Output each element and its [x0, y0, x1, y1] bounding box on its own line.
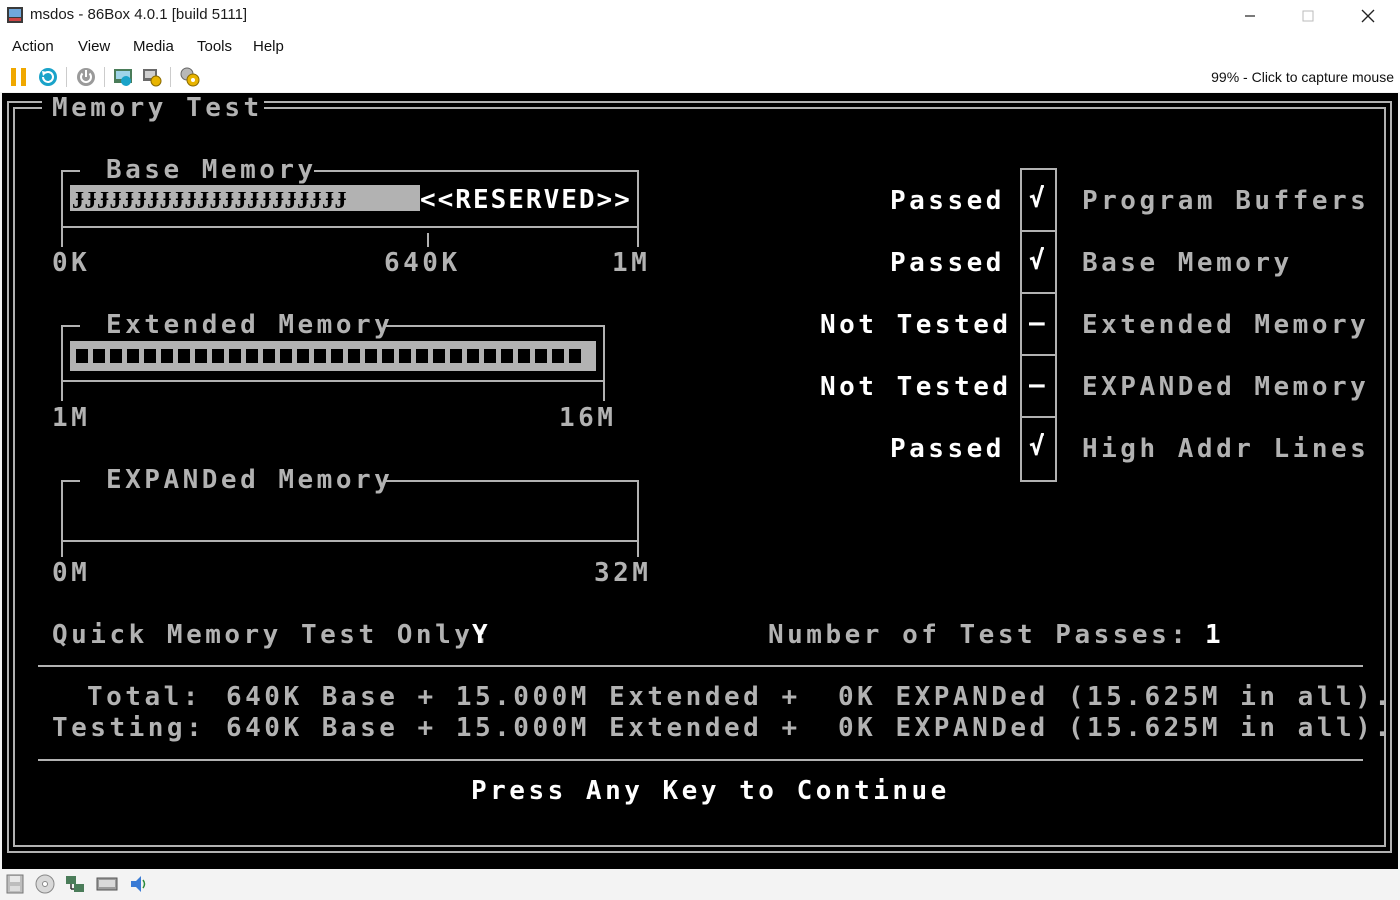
- close-icon: [1361, 9, 1375, 23]
- result-name: Base Memory: [1082, 248, 1293, 278]
- ctrl-alt-del-icon[interactable]: [112, 66, 134, 88]
- base-memory-title: Base Memory: [106, 155, 317, 185]
- total-label: Total:: [87, 682, 202, 712]
- result-check-mark: –: [1029, 370, 1045, 400]
- quick-test-value: Y: [472, 620, 492, 650]
- capture-mouse-hint: 99% - Click to capture mouse: [1211, 69, 1394, 85]
- result-check-mark: –: [1029, 308, 1045, 338]
- menu-tools[interactable]: Tools: [197, 38, 232, 55]
- floppy-icon[interactable]: [4, 873, 26, 895]
- result-status: Passed: [890, 434, 1005, 464]
- toolbar: 99% - Click to capture mouse: [0, 61, 1400, 92]
- cdrom-icon[interactable]: [34, 873, 56, 895]
- window-title: msdos - 86Box 4.0.1 [build 5111]: [30, 6, 248, 23]
- hard-disk-icon[interactable]: [96, 873, 118, 895]
- menu-view[interactable]: View: [78, 38, 110, 55]
- close-button[interactable]: [1338, 0, 1398, 32]
- total-text: 640K Base + 15.000M Extended +: [226, 682, 801, 712]
- base-label-end: 1M: [612, 248, 651, 278]
- toolbar-separator: [104, 67, 105, 87]
- expanded-label-end: 32M: [594, 558, 652, 588]
- network-icon[interactable]: [64, 873, 86, 895]
- result-status: Not Tested: [820, 372, 1012, 402]
- menu-action[interactable]: Action: [12, 38, 54, 55]
- continue-prompt: Press Any Key to Continue: [471, 776, 950, 806]
- testing-expanded-text: 0K EXPANDed (15.625M in all).: [838, 713, 1394, 743]
- toolbar-separator: [66, 67, 67, 87]
- extended-label-start: 1M: [52, 403, 91, 433]
- result-name: EXPANDed Memory: [1082, 372, 1370, 402]
- minimize-icon: [1245, 15, 1255, 17]
- result-status: Passed: [890, 186, 1005, 216]
- machine-settings-icon[interactable]: [179, 66, 201, 88]
- testing-text: 640K Base + 15.000M Extended +: [226, 713, 801, 743]
- quick-test-label: Quick Memory Test Only:: [52, 620, 493, 650]
- extended-memory-title: Extended Memory: [106, 310, 394, 340]
- result-name: High Addr Lines: [1082, 434, 1370, 464]
- power-icon[interactable]: [75, 66, 97, 88]
- result-status: Not Tested: [820, 310, 1012, 340]
- total-expanded-text: 0K EXPANDed (15.625M in all).: [838, 682, 1394, 712]
- status-bar: [0, 869, 1400, 900]
- extended-memory-block-marks: [76, 347, 592, 365]
- base-memory-tested-marks: ɈɈɈɈɈɈɈɈɈɈɈɈɈɈɈɈɈɈɈɈɈɈ: [72, 186, 347, 214]
- test-passes-label: Number of Test Passes:: [768, 620, 1190, 650]
- menu-bar: Action View Media Tools Help: [0, 32, 1400, 61]
- reset-icon[interactable]: [37, 66, 59, 88]
- title-bar: msdos - 86Box 4.0.1 [build 5111]: [0, 0, 1400, 32]
- emulator-screen[interactable]: Memory Test Base Memory ɈɈɈɈɈɈɈɈɈɈɈɈɈɈɈɈ…: [2, 93, 1398, 869]
- toolbar-separator: [170, 67, 171, 87]
- testing-label: Testing:: [52, 713, 206, 743]
- minimize-button[interactable]: [1220, 0, 1280, 32]
- maximize-button[interactable]: [1278, 0, 1338, 32]
- result-name: Extended Memory: [1082, 310, 1370, 340]
- base-label-mid: 640K: [384, 248, 461, 278]
- sound-icon[interactable]: [128, 873, 150, 895]
- result-check-mark: √: [1029, 432, 1045, 462]
- expanded-label-start: 0M: [52, 558, 91, 588]
- expanded-memory-title: EXPANDed Memory: [106, 465, 394, 495]
- menu-media[interactable]: Media: [133, 38, 174, 55]
- base-memory-reserved: <<RESERVED>>: [420, 185, 632, 215]
- result-check-mark: √: [1029, 246, 1045, 276]
- maximize-icon: [1302, 10, 1314, 22]
- test-passes-value: 1: [1205, 620, 1225, 650]
- result-name: Program Buffers: [1082, 186, 1370, 216]
- result-check-mark: √: [1029, 184, 1045, 214]
- frame-title: Memory Test: [52, 93, 263, 123]
- menu-help[interactable]: Help: [253, 38, 284, 55]
- 86box-app-icon: [7, 7, 23, 23]
- extended-label-end: 16M: [559, 403, 617, 433]
- base-label-start: 0K: [52, 248, 91, 278]
- result-status: Passed: [890, 248, 1005, 278]
- pause-icon[interactable]: [8, 66, 30, 88]
- settings-gear-icon[interactable]: [141, 66, 163, 88]
